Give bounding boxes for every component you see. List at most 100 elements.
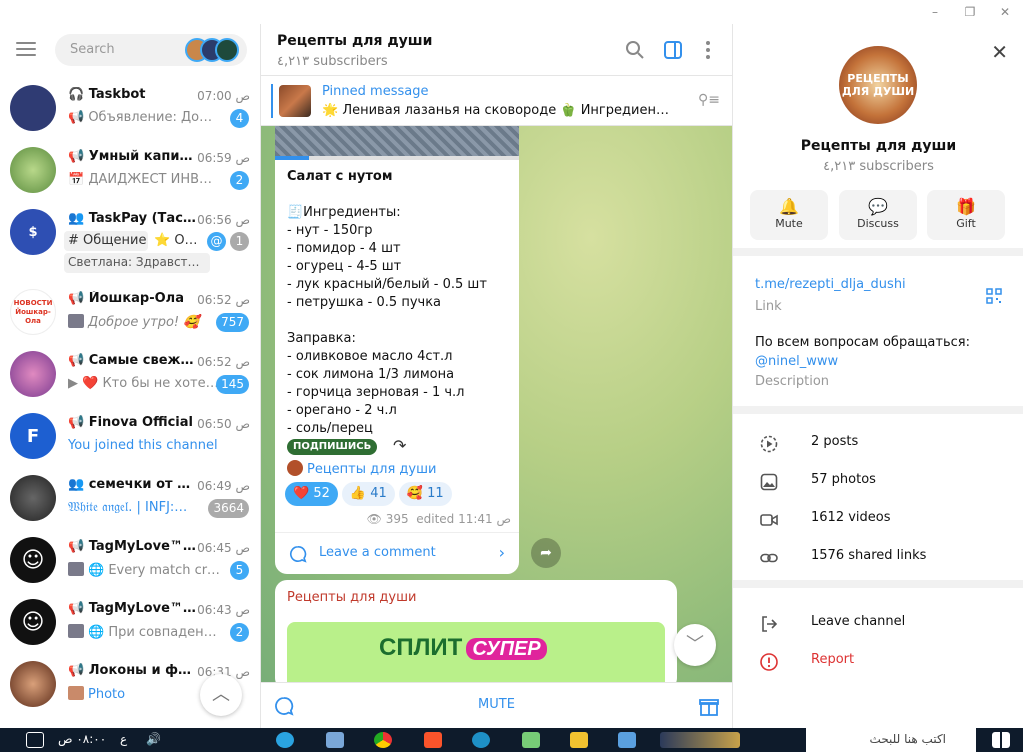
- gift-action-button[interactable]: 🎁 Gift: [927, 190, 1005, 240]
- chat-name: Локоны и фан…: [88, 663, 196, 678]
- search-input[interactable]: Search: [55, 34, 247, 66]
- chat-name: Умный капитал: [88, 149, 196, 164]
- message-meta: 👁 395 edited 11:41 ص: [367, 512, 511, 526]
- chat-item-finova[interactable]: F 📢 Finova Official 06:50 ص You joined t…: [0, 405, 260, 467]
- pin-list-icon[interactable]: ⚲≡: [698, 92, 720, 108]
- chat-sidebar: Search 🎧 Taskbot 07:00 ص 📢 Объявление: Д…: [0, 24, 261, 728]
- gift-icon[interactable]: [698, 695, 720, 717]
- sidebar-toggle-icon[interactable]: [661, 38, 685, 62]
- message-author: Рецепты для души: [287, 590, 417, 605]
- videos-row[interactable]: 1612 videos: [733, 500, 1023, 538]
- chat-item-tagmylove-2[interactable]: ☺ 📢 TagMyLove™ N… 06:43 ص 🌐 При совпаден…: [0, 591, 260, 653]
- search-placeholder: Search: [70, 42, 115, 57]
- close-icon[interactable]: ✕: [991, 40, 1008, 64]
- chrome-icon[interactable]: [374, 732, 392, 748]
- more-options-icon[interactable]: [696, 38, 720, 62]
- message-bubble[interactable]: Салат с нутом 🧾Ингредиенты: - нут - 150г…: [275, 126, 519, 574]
- edge-icon[interactable]: [472, 732, 490, 748]
- arrow-doodle-icon: ↷: [393, 436, 407, 455]
- chat-time: 06:52 ص: [197, 293, 250, 307]
- chat-time: 06:50 ص: [197, 417, 250, 431]
- shared-links-row[interactable]: 1576 shared links: [733, 538, 1023, 576]
- taskbar-search-input[interactable]: اكتب هنا للبحث: [806, 728, 976, 752]
- avatar: [10, 475, 56, 521]
- gift-icon: 🎁: [956, 197, 976, 216]
- chat-time: 06:43 ص: [197, 603, 250, 617]
- scroll-up-button[interactable]: ︿: [200, 674, 242, 716]
- photos-icon: [760, 473, 778, 491]
- channel-info-panel: ✕ РЕЦЕПТЫ ДЛЯ ДУШИ Рецепты для души ٤,٢١…: [732, 24, 1023, 728]
- chat-preview: 📅 ДАЙДЖЕСТ ИНВЕСТ…: [68, 172, 220, 187]
- chat-time: 06:56 ص: [197, 213, 250, 227]
- notifications-icon[interactable]: [26, 732, 44, 748]
- channel-link[interactable]: t.me/rezepti_dlja_dushi: [755, 277, 906, 292]
- scroll-down-button[interactable]: ﹀: [674, 624, 716, 666]
- app-icon[interactable]: [326, 732, 344, 748]
- chat-preview: ▶ ❤️ Кто бы не хоте…: [68, 376, 219, 391]
- store-icon[interactable]: [522, 732, 540, 748]
- search-icon[interactable]: [623, 38, 647, 62]
- app-icon[interactable]: [618, 732, 636, 748]
- avatar: [10, 147, 56, 193]
- posts-icon: [760, 435, 778, 453]
- discuss-action-button[interactable]: 💬 Discuss: [839, 190, 917, 240]
- search-banner[interactable]: [660, 732, 740, 748]
- message-image[interactable]: [275, 126, 519, 156]
- chat-item-semechki[interactable]: 👥 семечки от ма… 06:49 ص 𝔚𝔥𝔦𝔱𝔢 𝔞𝔫𝔤𝔢𝔩. | …: [0, 467, 260, 529]
- chat-preview: Доброе утро! 🥰: [88, 315, 200, 330]
- channel-title: Рецепты для души: [800, 138, 957, 154]
- pinned-thumbnail: [279, 85, 311, 117]
- minimize-button[interactable]: –: [920, 2, 950, 22]
- qr-code-icon[interactable]: [986, 288, 1002, 304]
- reaction-thumbs-up[interactable]: 👍 41: [341, 482, 395, 506]
- file-explorer-icon[interactable]: [570, 732, 588, 748]
- topic-chip-2[interactable]: ⭐ О…: [150, 231, 200, 251]
- preview-thumb: [68, 314, 84, 328]
- maximize-button[interactable]: ❐: [955, 2, 985, 22]
- clock: ٠٨:٠٠ ص: [58, 732, 107, 746]
- leave-channel-button[interactable]: Leave channel: [733, 604, 1023, 642]
- volume-icon[interactable]: 🔊: [146, 732, 161, 746]
- share-icon[interactable]: ➦: [531, 538, 561, 568]
- language-indicator[interactable]: ع: [120, 732, 127, 746]
- pinned-text: 🌟 Ленивая лазанья на сковороде 🫑 Ингреди…: [322, 103, 672, 118]
- channel-link[interactable]: Рецепты для души: [287, 460, 436, 477]
- mute-button[interactable]: MUTE: [261, 697, 732, 712]
- chat-item-taskbot[interactable]: 🎧 Taskbot 07:00 ص 📢 Объявление: Добр… 4: [0, 77, 260, 139]
- leave-comment-button[interactable]: Leave a comment ›: [275, 532, 519, 574]
- reaction-heart[interactable]: ❤️ 52: [285, 482, 338, 506]
- windows-start-icon[interactable]: [992, 732, 1010, 748]
- close-window-button[interactable]: ✕: [990, 2, 1020, 22]
- view-count: 👁 395: [366, 512, 409, 526]
- chat-item-taskpay[interactable]: $ 👥 TaskPay (Таскп… 06:56 ص # Общение ⭐ …: [0, 201, 260, 281]
- chat-name: Finova Official: [88, 415, 193, 430]
- ad-banner[interactable]: СПЛИТ СУПЕР: [287, 622, 665, 682]
- subscribe-sticker: ПОДПИШИСЬ: [287, 439, 378, 455]
- chat-time: 06:52 ص: [197, 355, 250, 369]
- report-button[interactable]: Report: [733, 642, 1023, 680]
- chat-header[interactable]: Рецепты для души ٤,٢١٣ subscribers: [261, 24, 732, 76]
- chat-item-tagmylove-1[interactable]: ☺ 📢 TagMyLove™ N… 06:45 ص 🌐 Every match …: [0, 529, 260, 591]
- topic-chip[interactable]: # Общение: [64, 231, 148, 251]
- telegram-icon[interactable]: [276, 732, 294, 748]
- chat-item-umny-kapital[interactable]: 📢 Умный капитал 06:59 ص 📅 ДАЙДЖЕСТ ИНВЕС…: [0, 139, 260, 201]
- channel-avatar: РЕЦЕПТЫ ДЛЯ ДУШИ: [839, 46, 917, 124]
- story-avatar[interactable]: [215, 38, 239, 62]
- brave-icon[interactable]: [424, 732, 442, 748]
- description-mention[interactable]: @ninel_www: [755, 354, 838, 369]
- mention-badge: @: [207, 232, 226, 251]
- reaction-love[interactable]: 🥰 11: [398, 482, 452, 506]
- hamburger-menu-icon[interactable]: [16, 42, 36, 56]
- chat-item-yoshkar-ola[interactable]: НОВОСТИ Йошкар-Ола 📢 Йошкар-Ола 06:52 ص …: [0, 281, 260, 343]
- chat-preview: Photo: [88, 687, 126, 702]
- chat-title: Рецепты для души: [277, 33, 433, 49]
- posts-row[interactable]: 2 posts: [733, 424, 1023, 462]
- message-bubble[interactable]: Рецепты для души СПЛИТ СУПЕР: [275, 580, 677, 682]
- pinned-message-bar[interactable]: Pinned message 🌟 Ленивая лазанья на сков…: [261, 76, 732, 126]
- chat-name: Taskbot: [88, 87, 146, 102]
- chat-item-samye-svezhie[interactable]: 📢 Самые свежие … 06:52 ص ▶ ❤️ Кто бы не …: [0, 343, 260, 405]
- channel-avatar-icon: [287, 460, 303, 476]
- unread-badge: 5: [230, 561, 249, 580]
- mute-action-button[interactable]: 🔔 Mute: [750, 190, 828, 240]
- photos-row[interactable]: 57 photos: [733, 462, 1023, 500]
